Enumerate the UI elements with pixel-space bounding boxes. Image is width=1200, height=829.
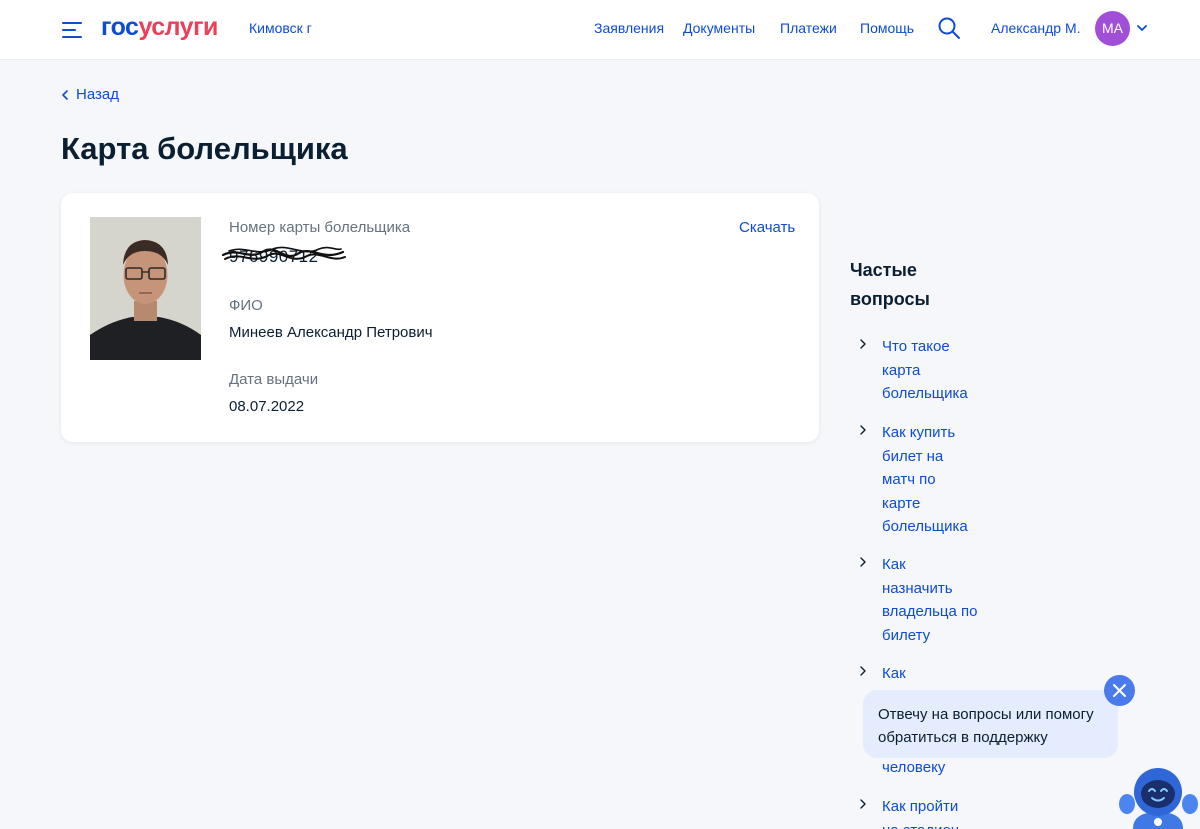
card-number-label: Номер карты болельщика xyxy=(229,219,411,236)
faq-item-label: Как xyxy=(882,665,906,682)
back-link[interactable]: Назад xyxy=(60,86,119,103)
chat-close-button[interactable] xyxy=(1104,675,1135,706)
gosuslugi-logo[interactable]: госуслуги xyxy=(101,13,218,42)
faq-title: Частые вопросы xyxy=(850,260,930,309)
chevron-down-icon[interactable] xyxy=(1135,21,1149,35)
logo-text-part2: услуги xyxy=(138,13,218,41)
chevron-right-icon xyxy=(860,557,866,567)
faq-item-label: Как пройти на стадион xyxy=(882,798,959,829)
fio-value: Минеев Александр Петрович xyxy=(229,324,433,341)
assistant-robot-icon[interactable] xyxy=(1117,764,1200,829)
chevron-right-icon xyxy=(860,425,866,435)
fio-label: ФИО xyxy=(229,297,263,314)
chat-bubble[interactable]: Отвечу на вопросы или помогу обратиться … xyxy=(863,690,1118,758)
chevron-right-icon xyxy=(860,799,866,809)
city-selector[interactable]: Кимовск г xyxy=(249,20,312,36)
chevron-right-icon xyxy=(860,666,866,676)
nav-help[interactable]: Помощь xyxy=(860,20,914,36)
search-icon[interactable] xyxy=(937,16,961,40)
nav-payments[interactable]: Платежи xyxy=(780,20,837,36)
menu-icon[interactable] xyxy=(62,19,84,39)
faq-item-label: человеку xyxy=(882,759,946,776)
redaction-scribble xyxy=(221,246,346,260)
faq-item-label: Как купить билет на матч по карте болель… xyxy=(882,424,968,535)
fan-card: Номер карты болельщика 976990712 Скачать… xyxy=(61,193,819,442)
issue-date-value: 08.07.2022 xyxy=(229,398,305,415)
logo-text-part1: гос xyxy=(101,13,139,41)
close-icon xyxy=(1113,684,1126,697)
nav-applications[interactable]: Заявления xyxy=(594,20,664,36)
faq-item-label: Что такое карта болельщика xyxy=(882,338,968,402)
nav-documents[interactable]: Документы xyxy=(683,20,755,36)
chat-message: Отвечу на вопросы или помогу обратиться … xyxy=(878,706,1094,746)
user-name[interactable]: Александр М. xyxy=(991,20,1081,36)
chevron-left-icon xyxy=(62,89,68,100)
profile-photo xyxy=(90,217,201,360)
page-title: Карта болельщика xyxy=(61,131,348,166)
header: госуслуги Кимовск г Заявления Документы … xyxy=(0,0,1200,60)
back-label: Назад xyxy=(76,86,119,103)
avatar[interactable]: МА xyxy=(1095,11,1130,46)
faq-item-label: Как назначить владельца по билету xyxy=(882,556,978,644)
issue-date-label: Дата выдачи xyxy=(229,371,319,388)
download-link[interactable]: Скачать xyxy=(739,219,795,236)
chevron-right-icon xyxy=(860,339,866,349)
